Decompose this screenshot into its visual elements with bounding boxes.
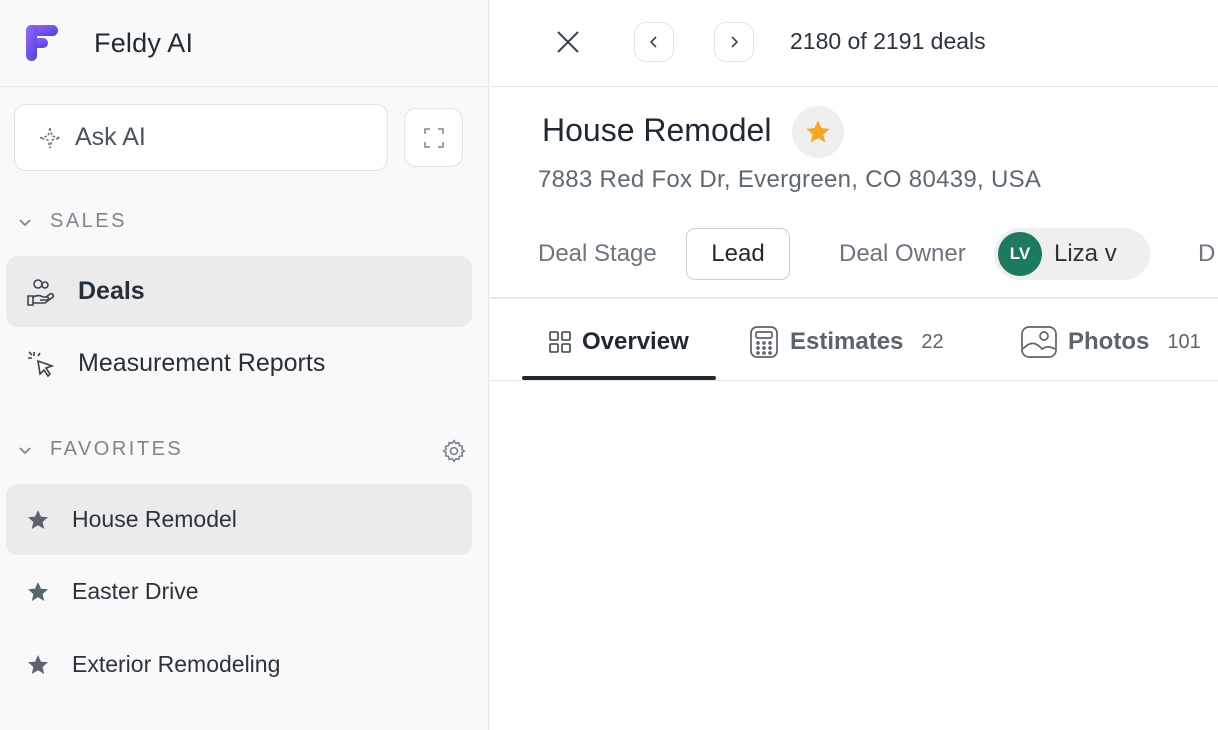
grid-icon	[548, 330, 572, 354]
deal-stage-label: Deal Stage	[538, 240, 657, 267]
divider	[490, 380, 1218, 381]
star-icon	[28, 581, 48, 601]
sidebar-item-measurement-reports[interactable]: Measurement Reports	[6, 328, 472, 399]
deals-icon	[24, 275, 58, 309]
expand-button[interactable]	[404, 108, 463, 167]
tab-label: Photos	[1068, 328, 1150, 355]
tab-label: Estimates	[790, 328, 904, 355]
favorite-item-exterior-remodeling[interactable]: Exterior Remodeling	[6, 629, 472, 700]
expand-icon	[423, 127, 444, 148]
tab-count-badge: 101	[1167, 330, 1201, 353]
deal-owner-label: Deal Owner	[839, 240, 966, 267]
close-icon[interactable]	[552, 26, 584, 58]
tab-label: Overview	[582, 328, 689, 355]
deal-title: House Remodel	[542, 112, 772, 148]
deal-detail-panel: 2180 of 2191 deals House Remodel 7883 Re…	[490, 0, 1218, 730]
sidebar-item-label: Measurement Reports	[78, 349, 326, 377]
chevron-down-icon	[19, 218, 31, 226]
tab-count-badge: 22	[921, 330, 944, 353]
cursor-click-icon	[24, 347, 58, 381]
deal-owner-chip[interactable]: LV Liza v	[994, 228, 1150, 280]
app-name: Feldy AI	[94, 27, 194, 58]
gear-icon[interactable]	[441, 438, 467, 464]
sidebar: Feldy AI Ask AI SALES Deals Measurement …	[0, 0, 489, 730]
previous-deal-button[interactable]	[634, 22, 674, 62]
favorites-section-header[interactable]: FAVORITES	[18, 438, 183, 461]
favorite-toggle-button[interactable]	[792, 106, 844, 158]
next-deal-button[interactable]	[714, 22, 754, 62]
pager-counter: 2180 of 2191 deals	[790, 28, 986, 54]
avatar: LV	[998, 232, 1042, 276]
star-icon	[28, 654, 48, 674]
chevron-left-icon	[649, 36, 657, 48]
sidebar-item-deals[interactable]: Deals	[6, 256, 472, 327]
ask-ai-label: Ask AI	[75, 123, 146, 151]
tab-photos[interactable]: Photos 101	[1020, 322, 1201, 362]
image-icon	[1020, 325, 1058, 359]
detail-topbar: 2180 of 2191 deals	[490, 0, 1218, 87]
favorite-item-label: Exterior Remodeling	[72, 651, 281, 677]
sidebar-item-label: Deals	[78, 277, 145, 305]
sales-header-label: SALES	[50, 210, 127, 232]
favorite-item-label: House Remodel	[72, 506, 237, 532]
brand: Feldy AI	[0, 0, 488, 87]
divider	[490, 297, 1218, 299]
ask-ai-button[interactable]: Ask AI	[14, 104, 388, 171]
tab-estimates[interactable]: Estimates 22	[748, 322, 944, 362]
deal-owner-name: Liza v	[1054, 240, 1117, 267]
favorites-header-label: FAVORITES	[50, 438, 184, 460]
tab-overview[interactable]: Overview	[548, 322, 689, 362]
deal-address: 7883 Red Fox Dr, Evergreen, CO 80439, US…	[538, 166, 1042, 193]
calculator-icon	[748, 325, 780, 359]
ask-ai-row: Ask AI	[14, 104, 463, 171]
sales-section-header[interactable]: SALES	[18, 210, 127, 233]
chevron-down-icon	[19, 446, 31, 454]
star-icon	[28, 509, 48, 529]
favorite-item-house-remodel[interactable]: House Remodel	[6, 484, 472, 555]
favorite-item-easter-drive[interactable]: Easter Drive	[6, 556, 472, 627]
truncated-meta-label: D	[1198, 240, 1216, 267]
chevron-right-icon	[731, 36, 739, 48]
feldy-logo-icon	[26, 25, 58, 61]
sparkle-icon	[39, 127, 61, 148]
deal-stage-selector[interactable]: Lead	[686, 228, 790, 280]
star-filled-icon	[806, 120, 830, 143]
favorite-item-label: Easter Drive	[72, 578, 199, 604]
